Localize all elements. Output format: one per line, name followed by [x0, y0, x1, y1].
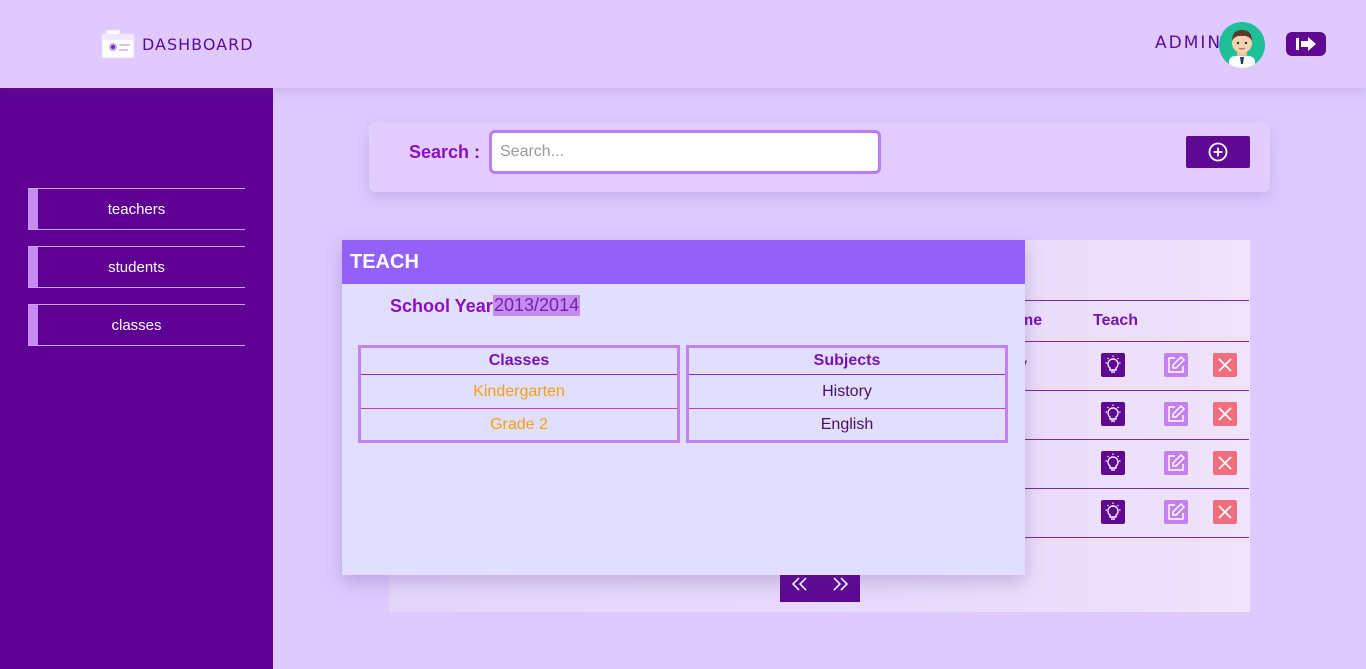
lightbulb-icon [1105, 355, 1121, 373]
avatar-icon[interactable] [1219, 22, 1265, 68]
subjects-header: Subjects [689, 348, 1005, 375]
edit-icon [1168, 453, 1186, 471]
teach-button[interactable] [1101, 451, 1125, 475]
edit-button[interactable] [1164, 402, 1188, 426]
sidebar-item-label: students [108, 258, 165, 276]
column-header-teach: Teach [1093, 312, 1139, 329]
sidebar-item-label: teachers [107, 200, 166, 218]
chevrons-left-icon[interactable] [790, 576, 810, 597]
search-bar: Search : [369, 122, 1270, 192]
delete-button[interactable] [1213, 500, 1237, 524]
logo-icon [100, 28, 136, 60]
brand[interactable]: DASHBOARD [100, 28, 254, 60]
close-icon [1218, 456, 1232, 470]
edit-button[interactable] [1164, 500, 1188, 524]
sidebar-item-teachers[interactable]: teachers [28, 188, 245, 230]
edit-button[interactable] [1164, 451, 1188, 475]
close-icon [1218, 505, 1232, 519]
school-year-value: 2013/2014 [493, 295, 581, 316]
top-header: DASHBOARD ADMIN [0, 0, 1366, 88]
delete-button[interactable] [1213, 451, 1237, 475]
add-circle-icon [1208, 142, 1228, 162]
edit-button[interactable] [1164, 353, 1188, 377]
logout-button[interactable] [1286, 32, 1326, 56]
subject-cell: History [822, 382, 872, 400]
class-cell: Kindergarten [473, 382, 565, 400]
sidebar: teachers students classes [0, 88, 273, 669]
modal-header: TEACH [342, 240, 1025, 284]
lightbulb-icon [1105, 404, 1121, 422]
sidebar-item-classes[interactable]: classes [28, 304, 245, 346]
chevrons-right-icon[interactable] [830, 576, 850, 597]
lightbulb-icon [1105, 453, 1121, 471]
school-year-label: School Year : [390, 296, 504, 316]
teach-button[interactable] [1101, 500, 1125, 524]
sidebar-item-students[interactable]: students [28, 246, 245, 288]
class-cell: Grade 2 [361, 408, 677, 441]
sidebar-item-label: classes [111, 316, 162, 334]
close-icon [1218, 358, 1232, 372]
edit-icon [1168, 502, 1186, 520]
edit-icon [1168, 404, 1186, 422]
search-input[interactable] [489, 130, 881, 174]
lightbulb-icon [1105, 502, 1121, 520]
classes-table: Classes Kindergarten Grade 2 [358, 345, 680, 443]
search-label: Search : [409, 142, 481, 162]
classes-header: Classes [361, 348, 677, 375]
delete-button[interactable] [1213, 402, 1237, 426]
brand-title: DASHBOARD [142, 34, 254, 54]
logout-icon [1296, 37, 1316, 51]
modal-title: TEACH [350, 251, 419, 273]
close-icon [1218, 407, 1232, 421]
teach-button[interactable] [1101, 353, 1125, 377]
subjects-table: Subjects History English [686, 345, 1008, 443]
delete-button[interactable] [1213, 353, 1237, 377]
teach-modal: TEACH School Year : 2013/2014 Classes Ki… [342, 240, 1025, 575]
teach-button[interactable] [1101, 402, 1125, 426]
add-button[interactable] [1186, 136, 1250, 168]
edit-icon [1168, 355, 1186, 373]
user-name: ADMIN [1155, 33, 1223, 53]
subject-cell: English [689, 408, 1005, 441]
